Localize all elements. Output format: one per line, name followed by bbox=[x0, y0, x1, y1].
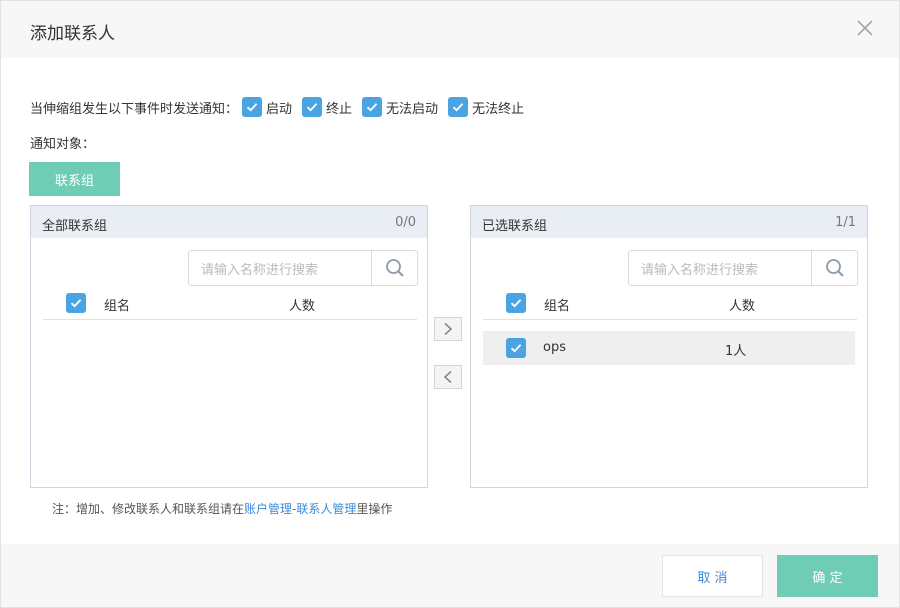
select-all-checkbox[interactable] bbox=[506, 293, 526, 313]
search-placeholder[interactable]: 请输入名称进行搜索 bbox=[629, 259, 811, 278]
row-checkbox[interactable] bbox=[506, 338, 526, 358]
notify-option-terminate[interactable]: 终止 bbox=[302, 97, 352, 117]
table-header: 组名 人数 bbox=[43, 290, 417, 320]
group-name-cell: ops bbox=[543, 340, 566, 355]
checkbox-checked-icon[interactable] bbox=[448, 97, 469, 117]
search-icon[interactable] bbox=[371, 251, 417, 285]
panel-title: 已选联系组 bbox=[482, 219, 548, 234]
move-left-button[interactable] bbox=[434, 365, 462, 389]
notify-option-start-failed[interactable]: 无法启动 bbox=[362, 97, 438, 117]
dialog-title: 添加联系人 bbox=[30, 24, 115, 44]
checkbox-checked-icon[interactable] bbox=[242, 97, 263, 117]
selected-groups-panel: 已选联系组 1/1 请输入名称进行搜索 组名 人数 ops 1人 bbox=[470, 205, 868, 488]
column-member-count: 人数 bbox=[289, 299, 316, 314]
notify-option-terminate-failed[interactable]: 无法终止 bbox=[448, 97, 524, 117]
table-row[interactable]: ops 1人 bbox=[483, 331, 855, 365]
notify-target-label: 通知对象： bbox=[30, 137, 96, 152]
contact-group-tab-button[interactable]: 联系组 bbox=[29, 162, 120, 196]
member-count-cell: 1人 bbox=[725, 344, 747, 359]
note-suffix: 里操作 bbox=[356, 502, 393, 516]
column-group-name: 组名 bbox=[104, 299, 131, 314]
confirm-button[interactable]: 确 定 bbox=[777, 555, 878, 597]
chevron-left-icon bbox=[443, 370, 452, 384]
search-input[interactable]: 请输入名称进行搜索 bbox=[628, 250, 858, 286]
notify-option-label: 终止 bbox=[326, 101, 353, 117]
panel-count: 1/1 bbox=[835, 215, 856, 230]
notify-events-label: 当伸缩组发生以下事件时发送通知： bbox=[30, 101, 239, 117]
notify-option-label: 无法终止 bbox=[472, 101, 525, 117]
column-group-name: 组名 bbox=[544, 299, 571, 314]
notify-option-label: 启动 bbox=[266, 101, 293, 117]
close-icon[interactable] bbox=[852, 15, 878, 41]
panel-count: 0/0 bbox=[395, 215, 416, 230]
select-all-checkbox[interactable] bbox=[66, 293, 86, 313]
notify-events-row: 当伸缩组发生以下事件时发送通知： 启动 终止 无法启动 无法终止 bbox=[30, 95, 534, 119]
panel-header: 全部联系组 0/0 bbox=[31, 206, 427, 238]
move-right-button[interactable] bbox=[434, 317, 462, 341]
checkbox-checked-icon[interactable] bbox=[362, 97, 383, 117]
notify-option-start[interactable]: 启动 bbox=[242, 97, 292, 117]
search-input[interactable]: 请输入名称进行搜索 bbox=[188, 250, 418, 286]
search-placeholder[interactable]: 请输入名称进行搜索 bbox=[189, 259, 371, 278]
help-note: 注：增加、修改联系人和联系组请在账户管理-联系人管理里操作 bbox=[52, 500, 392, 517]
checkbox-checked-icon[interactable] bbox=[302, 97, 323, 117]
panel-header: 已选联系组 1/1 bbox=[471, 206, 867, 238]
search-icon[interactable] bbox=[811, 251, 857, 285]
notify-option-label: 无法启动 bbox=[386, 101, 439, 117]
note-prefix: 注：增加、修改联系人和联系组请在 bbox=[52, 502, 245, 516]
chevron-right-icon bbox=[444, 322, 453, 336]
cancel-button[interactable]: 取 消 bbox=[662, 555, 763, 597]
dialog-header: 添加联系人 bbox=[1, 1, 899, 58]
add-contact-dialog: 添加联系人 当伸缩组发生以下事件时发送通知： 启动 终止 无法启动 无法终止 通… bbox=[0, 0, 900, 608]
all-groups-panel: 全部联系组 0/0 请输入名称进行搜索 组名 人数 bbox=[30, 205, 428, 488]
table-header: 组名 人数 bbox=[483, 290, 857, 320]
panel-title: 全部联系组 bbox=[42, 219, 108, 234]
column-member-count: 人数 bbox=[729, 299, 756, 314]
contact-management-link[interactable]: 账户管理-联系人管理 bbox=[244, 502, 356, 516]
dialog-footer: 取 消 确 定 bbox=[1, 544, 899, 607]
